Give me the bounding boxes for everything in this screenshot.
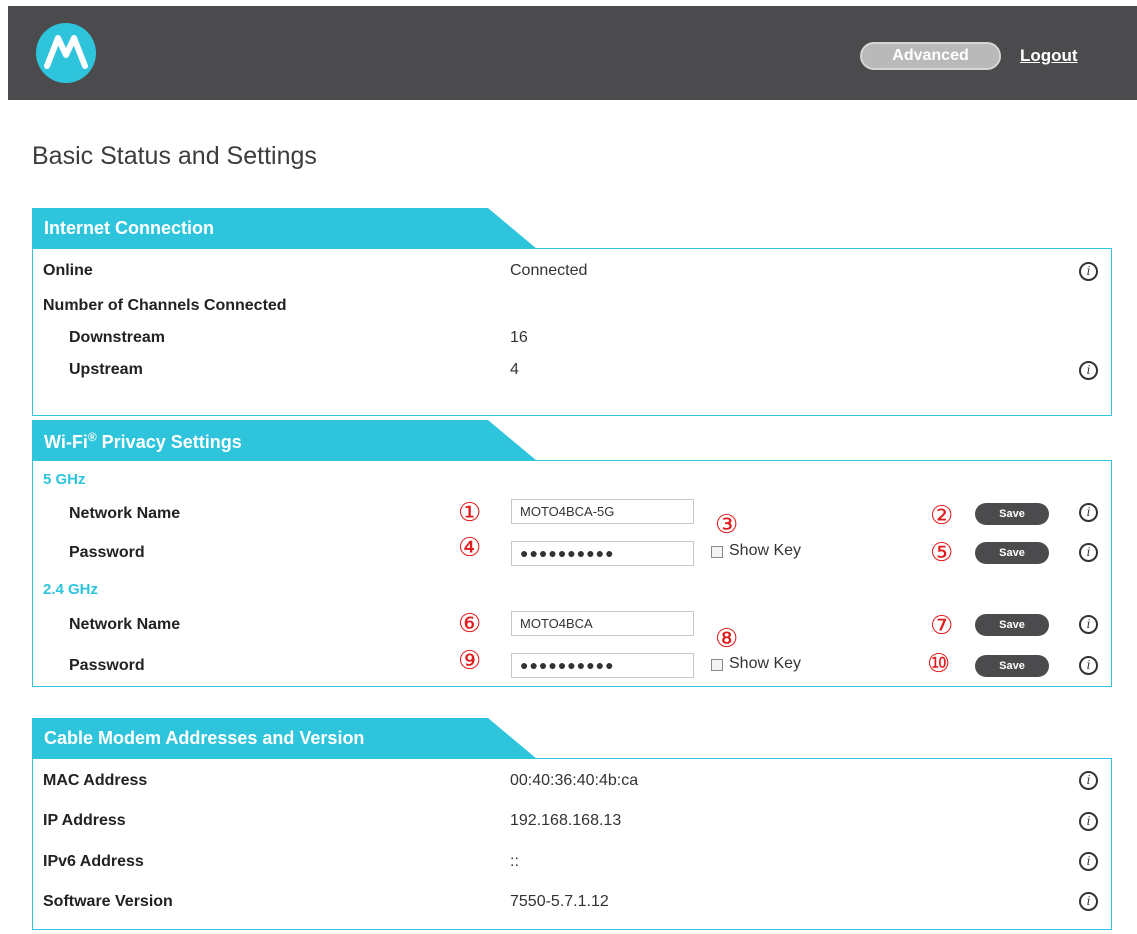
advanced-button[interactable]: Advanced — [860, 42, 1001, 70]
mac-address-label: MAC Address — [43, 772, 148, 789]
channels-label: Number of Channels Connected — [43, 297, 287, 314]
section-header: Internet Connection — [32, 208, 542, 249]
section-header: Wi-Fi® Privacy Settings — [32, 420, 542, 461]
info-icon[interactable]: i — [1079, 771, 1098, 790]
logout-link[interactable]: Logout — [1020, 46, 1078, 66]
ip-address-value: 192.168.168.13 — [510, 812, 622, 829]
upstream-value: 4 — [510, 361, 519, 378]
section-box: Online Connected i Number of Channels Co… — [32, 248, 1112, 416]
internet-connection-section: Internet Connection Online Connected i N… — [32, 208, 1112, 416]
wifi-privacy-section: Wi-Fi® Privacy Settings 5 GHz Network Na… — [32, 420, 1112, 690]
show-key-checkbox-5ghz[interactable] — [711, 546, 723, 558]
password-input-5ghz[interactable]: ●●●●●●●●●● — [511, 541, 694, 566]
info-icon[interactable]: i — [1079, 656, 1098, 675]
show-key-checkbox-24ghz[interactable] — [711, 659, 723, 671]
save-button[interactable]: Save — [975, 503, 1049, 525]
section-title: Wi-Fi® Privacy Settings — [44, 430, 242, 453]
mac-address-value: 00:40:36:40:4b:ca — [510, 772, 639, 789]
info-icon[interactable]: i — [1079, 361, 1098, 380]
save-button[interactable]: Save — [975, 655, 1049, 677]
password-label-5ghz: Password — [69, 544, 145, 561]
network-name-label-24ghz: Network Name — [69, 616, 181, 633]
software-version-value: 7550-5.7.1.12 — [510, 893, 609, 910]
downstream-value: 16 — [510, 329, 528, 346]
network-name-input-24ghz[interactable]: MOTO4BCA — [511, 611, 694, 636]
band-24ghz-label: 2.4 GHz — [43, 581, 99, 598]
info-icon[interactable]: i — [1079, 852, 1098, 871]
downstream-label: Downstream — [69, 329, 166, 346]
info-icon[interactable]: i — [1079, 503, 1098, 522]
software-version-label: Software Version — [43, 893, 173, 910]
marker-7: ⑦ — [930, 611, 954, 641]
title-rest: Privacy Settings — [96, 432, 242, 452]
section-title: Cable Modem Addresses and Version — [44, 728, 365, 748]
network-name-label-5ghz: Network Name — [69, 505, 181, 522]
info-icon[interactable]: i — [1079, 543, 1098, 562]
marker-10: ⑩ — [927, 649, 951, 679]
top-bar: Advanced Logout — [8, 6, 1137, 100]
ip-address-label: IP Address — [43, 812, 126, 829]
section-header: Cable Modem Addresses and Version — [32, 718, 542, 759]
password-input-24ghz[interactable]: ●●●●●●●●●● — [511, 653, 694, 678]
motorola-logo-icon[interactable] — [36, 23, 96, 83]
registered-mark: ® — [87, 430, 97, 444]
ipv6-address-value: :: — [510, 853, 519, 870]
online-label: Online — [43, 262, 93, 279]
section-box: 5 GHz Network Name ① MOTO4BCA-5G ③ ② Sav… — [32, 460, 1112, 687]
marker-2: ② — [930, 501, 954, 531]
password-label-24ghz: Password — [69, 657, 145, 674]
section-title: Internet Connection — [44, 218, 214, 238]
save-button[interactable]: Save — [975, 614, 1049, 636]
show-key-label-5ghz: Show Key — [729, 542, 802, 559]
info-icon[interactable]: i — [1079, 615, 1098, 634]
marker-9: ⑨ — [458, 646, 482, 676]
marker-8: ⑧ — [715, 624, 739, 654]
info-icon[interactable]: i — [1079, 812, 1098, 831]
save-button[interactable]: Save — [975, 542, 1049, 564]
online-value: Connected — [510, 262, 588, 279]
marker-6: ⑥ — [458, 609, 482, 639]
marker-3: ③ — [715, 510, 739, 540]
marker-4: ④ — [458, 533, 482, 563]
upstream-label: Upstream — [69, 361, 143, 378]
page-title: Basic Status and Settings — [32, 142, 317, 170]
marker-5: ⑤ — [930, 538, 954, 568]
show-key-label-24ghz: Show Key — [729, 655, 802, 672]
section-box: MAC Address 00:40:36:40:4b:ca i IP Addre… — [32, 758, 1112, 930]
cable-modem-section: Cable Modem Addresses and Version MAC Ad… — [32, 718, 1112, 930]
info-icon[interactable]: i — [1079, 892, 1098, 911]
info-icon[interactable]: i — [1079, 262, 1098, 281]
title-text: Wi-Fi — [44, 432, 88, 452]
network-name-input-5ghz[interactable]: MOTO4BCA-5G — [511, 499, 694, 524]
marker-1: ① — [458, 498, 482, 528]
band-5ghz-label: 5 GHz — [43, 471, 86, 488]
ipv6-address-label: IPv6 Address — [43, 853, 144, 870]
